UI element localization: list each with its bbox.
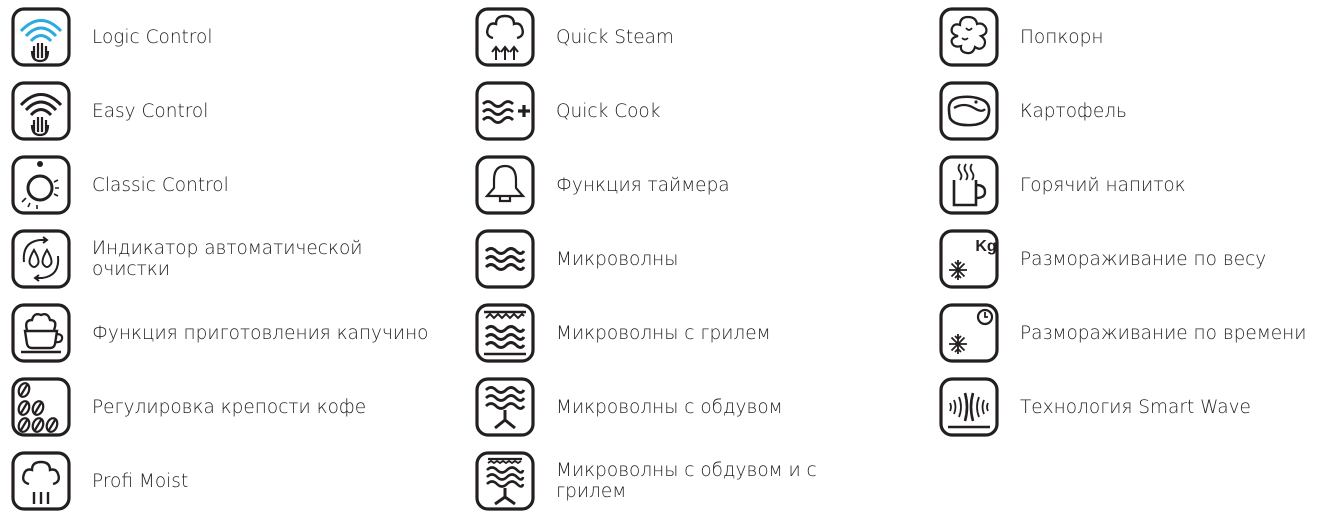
- feature-quick-cook: Quick Cook: [474, 80, 660, 142]
- feature-label: Микроволны: [556, 248, 679, 270]
- popcorn-icon: [938, 6, 1000, 68]
- feature-label: Profi Moist: [92, 470, 189, 492]
- logic-control-icon: [10, 6, 72, 68]
- microwave-icon: [474, 228, 536, 290]
- feature-label: Classic Control: [92, 174, 229, 196]
- defrost-time-icon: [938, 302, 1000, 364]
- feature-label: Logic Control: [92, 26, 213, 48]
- feature-label: Технология Smart Wave: [1020, 396, 1251, 418]
- potato-icon: [938, 80, 1000, 142]
- feature-label: Индикатор автоматической очистки: [92, 238, 363, 280]
- classic-control-icon: [10, 154, 72, 216]
- microwave-convection-grill-icon: [474, 450, 536, 512]
- timer-bell-icon: [474, 154, 536, 216]
- easy-control-icon: [10, 80, 72, 142]
- feature-cappuccino: Функция приготовления капучино: [10, 302, 429, 364]
- feature-profi-moist: Profi Moist: [10, 450, 188, 512]
- quick-steam-icon: [474, 6, 536, 68]
- feature-auto-clean: Индикатор автоматической очистки: [10, 228, 392, 290]
- feature-label: Функция таймера: [556, 174, 730, 196]
- feature-microwave-convection-grill: Микроволны с обдувом и с грилем: [474, 450, 846, 512]
- hot-drink-icon: [938, 154, 1000, 216]
- feature-microwave: Микроволны: [474, 228, 678, 290]
- microwave-grill-icon: [474, 302, 536, 364]
- feature-defrost-weight: Kg Размораживание по весу: [938, 228, 1266, 290]
- feature-classic-control: Classic Control: [10, 154, 229, 216]
- feature-easy-control: Easy Control: [10, 80, 208, 142]
- feature-hot-drink: Горячий напиток: [938, 154, 1186, 216]
- smart-wave-icon: [938, 376, 1000, 438]
- quick-cook-icon: [474, 80, 536, 142]
- feature-label: Микроволны с грилем: [556, 322, 771, 344]
- feature-label: Easy Control: [92, 100, 209, 122]
- feature-quick-steam: Quick Steam: [474, 6, 674, 68]
- feature-label: Микроволны с обдувом: [556, 396, 783, 418]
- feature-label: Quick Steam: [556, 26, 674, 48]
- profi-moist-icon: [10, 450, 72, 512]
- feature-microwave-grill: Микроволны с грилем: [474, 302, 771, 364]
- microwave-convection-icon: [474, 376, 536, 438]
- auto-clean-indicator-icon: [10, 228, 72, 290]
- feature-label: Регулировка крепости кофе: [92, 396, 367, 418]
- feature-timer: Функция таймера: [474, 154, 730, 216]
- feature-logic-control: Logic Control: [10, 6, 212, 68]
- feature-popcorn: Попкорн: [938, 6, 1103, 68]
- coffee-strength-icon: [10, 376, 72, 438]
- feature-microwave-convection: Микроволны с обдувом: [474, 376, 783, 438]
- feature-label: Попкорн: [1020, 26, 1104, 48]
- feature-coffee-strength: Регулировка крепости кофе: [10, 376, 366, 438]
- feature-label: Горячий напиток: [1020, 174, 1186, 196]
- feature-label: Размораживание по весу: [1020, 248, 1267, 270]
- kg-mark: Kg: [975, 238, 996, 255]
- feature-label: Функция приготовления капучино: [92, 322, 429, 344]
- feature-label: Микроволны с обдувом и с грилем: [556, 460, 817, 502]
- cappuccino-icon: [10, 302, 72, 364]
- feature-label: Quick Cook: [556, 100, 661, 122]
- feature-label: Размораживание по времени: [1020, 322, 1307, 344]
- feature-potato: Картофель: [938, 80, 1127, 142]
- defrost-weight-icon: Kg: [938, 228, 1000, 290]
- feature-smart-wave: Технология Smart Wave: [938, 376, 1251, 438]
- feature-defrost-time: Размораживание по времени: [938, 302, 1306, 364]
- feature-label: Картофель: [1020, 100, 1127, 122]
